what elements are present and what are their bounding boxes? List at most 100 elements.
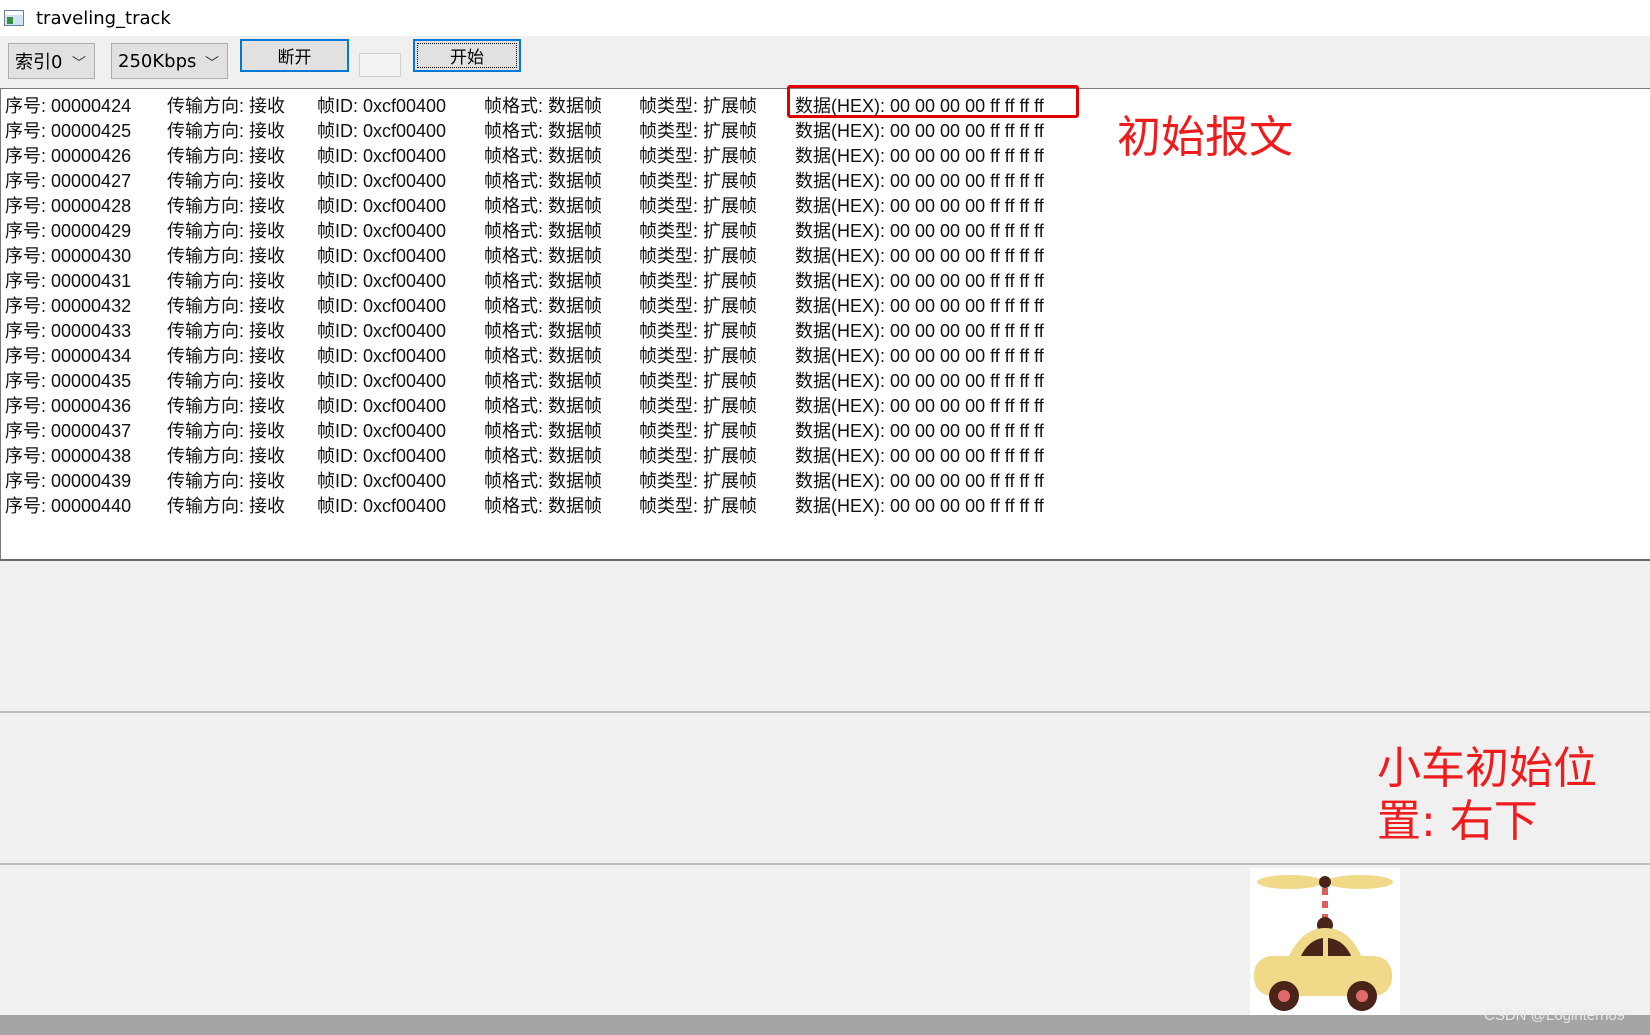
frame-format: 帧格式: 数据帧	[484, 346, 603, 366]
log-row: 序号: 00000428 传输方向: 接收 帧ID: 0xcf00400 帧格式…	[1, 192, 1101, 217]
frame-format: 帧格式: 数据帧	[484, 321, 603, 341]
log-row: 序号: 00000435 传输方向: 接收 帧ID: 0xcf00400 帧格式…	[1, 367, 1101, 392]
seq: 序号: 00000430	[5, 246, 132, 266]
car-image	[1250, 868, 1400, 1015]
frame-id: 帧ID: 0xcf00400	[317, 171, 447, 191]
frame-type: 帧类型: 扩展帧	[639, 321, 758, 341]
baud-select[interactable]: 250Kbps ﹀	[111, 43, 228, 79]
disconnect-button[interactable]: 断开	[240, 39, 349, 72]
frame-data: 数据(HEX): 00 00 00 00 ff ff ff ff	[795, 146, 1044, 166]
frame-type: 帧类型: 扩展帧	[639, 246, 758, 266]
window-title: traveling_track	[36, 7, 171, 29]
log-row: 序号: 00000434 传输方向: 接收 帧ID: 0xcf00400 帧格式…	[1, 342, 1101, 367]
frame-format: 帧格式: 数据帧	[484, 196, 603, 216]
log-row: 序号: 00000433 传输方向: 接收 帧ID: 0xcf00400 帧格式…	[1, 317, 1101, 342]
frame-data: 数据(HEX): 00 00 00 00 ff ff ff ff	[795, 271, 1044, 291]
seq: 序号: 00000429	[5, 221, 132, 241]
frame-data: 数据(HEX): 00 00 00 00 ff ff ff ff	[795, 121, 1044, 141]
chevron-down-icon: ﹀	[72, 56, 86, 72]
frame-id: 帧ID: 0xcf00400	[317, 246, 447, 266]
frame-data: 数据(HEX): 00 00 00 00 ff ff ff ff	[795, 96, 1044, 116]
index-select[interactable]: 索引0 ﹀	[8, 43, 95, 79]
seq: 序号: 00000433	[5, 321, 132, 341]
direction: 传输方向: 接收	[167, 296, 286, 316]
frame-id: 帧ID: 0xcf00400	[317, 321, 447, 341]
direction: 传输方向: 接收	[167, 396, 286, 416]
direction: 传输方向: 接收	[167, 196, 286, 216]
frame-id: 帧ID: 0xcf00400	[317, 271, 447, 291]
frame-type: 帧类型: 扩展帧	[639, 346, 758, 366]
index-select-value: 索引0	[15, 52, 63, 73]
message-log[interactable]: 序号: 00000424 传输方向: 接收 帧ID: 0xcf00400 帧格式…	[0, 85, 1650, 561]
frame-id: 帧ID: 0xcf00400	[317, 346, 447, 366]
frame-data: 数据(HEX): 00 00 00 00 ff ff ff ff	[795, 246, 1044, 266]
log-row: 序号: 00000437 传输方向: 接收 帧ID: 0xcf00400 帧格式…	[1, 417, 1101, 442]
track-line-bottom	[0, 863, 1650, 865]
direction: 传输方向: 接收	[167, 471, 286, 491]
frame-format: 帧格式: 数据帧	[484, 371, 603, 391]
direction: 传输方向: 接收	[167, 246, 286, 266]
direction: 传输方向: 接收	[167, 96, 286, 116]
log-row: 序号: 00000432 传输方向: 接收 帧ID: 0xcf00400 帧格式…	[1, 292, 1101, 317]
status-indicator	[359, 53, 401, 77]
log-row: 序号: 00000438 传输方向: 接收 帧ID: 0xcf00400 帧格式…	[1, 442, 1101, 467]
frame-id: 帧ID: 0xcf00400	[317, 421, 447, 441]
frame-id: 帧ID: 0xcf00400	[317, 196, 447, 216]
seq: 序号: 00000426	[5, 146, 132, 166]
initial-message-annotation: 初始报文	[1117, 112, 1293, 163]
log-row: 序号: 00000430 传输方向: 接收 帧ID: 0xcf00400 帧格式…	[1, 242, 1101, 267]
seq: 序号: 00000425	[5, 121, 132, 141]
direction: 传输方向: 接收	[167, 146, 286, 166]
frame-data: 数据(HEX): 00 00 00 00 ff ff ff ff	[795, 296, 1044, 316]
frame-format: 帧格式: 数据帧	[484, 171, 603, 191]
direction: 传输方向: 接收	[167, 271, 286, 291]
toolbar: 索引0 ﹀ 250Kbps ﹀ 断开 开始	[0, 36, 1650, 88]
log-row: 序号: 00000431 传输方向: 接收 帧ID: 0xcf00400 帧格式…	[1, 267, 1101, 292]
frame-type: 帧类型: 扩展帧	[639, 371, 758, 391]
frame-type: 帧类型: 扩展帧	[639, 171, 758, 191]
frame-type: 帧类型: 扩展帧	[639, 421, 758, 441]
seq: 序号: 00000431	[5, 271, 132, 291]
frame-format: 帧格式: 数据帧	[484, 121, 603, 141]
frame-data: 数据(HEX): 00 00 00 00 ff ff ff ff	[795, 221, 1044, 241]
frame-data: 数据(HEX): 00 00 00 00 ff ff ff ff	[795, 346, 1044, 366]
frame-type: 帧类型: 扩展帧	[639, 271, 758, 291]
frame-data: 数据(HEX): 00 00 00 00 ff ff ff ff	[795, 421, 1044, 441]
direction: 传输方向: 接收	[167, 121, 286, 141]
frame-data: 数据(HEX): 00 00 00 00 ff ff ff ff	[795, 196, 1044, 216]
log-row: 序号: 00000427 传输方向: 接收 帧ID: 0xcf00400 帧格式…	[1, 167, 1101, 192]
frame-format: 帧格式: 数据帧	[484, 471, 603, 491]
seq: 序号: 00000440	[5, 496, 132, 516]
frame-data: 数据(HEX): 00 00 00 00 ff ff ff ff	[795, 321, 1044, 341]
car-position-line1: 小车初始位	[1377, 743, 1597, 794]
watermark: CSDN @Logintern09	[1484, 1007, 1626, 1024]
start-button[interactable]: 开始	[413, 39, 521, 72]
log-row: 序号: 00000424 传输方向: 接收 帧ID: 0xcf00400 帧格式…	[1, 92, 1101, 117]
frame-type: 帧类型: 扩展帧	[639, 221, 758, 241]
frame-data: 数据(HEX): 00 00 00 00 ff ff ff ff	[795, 446, 1044, 466]
frame-id: 帧ID: 0xcf00400	[317, 221, 447, 241]
frame-id: 帧ID: 0xcf00400	[317, 146, 447, 166]
frame-format: 帧格式: 数据帧	[484, 96, 603, 116]
frame-type: 帧类型: 扩展帧	[639, 396, 758, 416]
direction: 传输方向: 接收	[167, 171, 286, 191]
seq: 序号: 00000432	[5, 296, 132, 316]
frame-format: 帧格式: 数据帧	[484, 296, 603, 316]
log-row: 序号: 00000440 传输方向: 接收 帧ID: 0xcf00400 帧格式…	[1, 492, 1101, 517]
car-position-annotation: 小车初始位 置: 右下	[1377, 743, 1597, 849]
frame-type: 帧类型: 扩展帧	[639, 496, 758, 516]
frame-type: 帧类型: 扩展帧	[639, 96, 758, 116]
frame-data: 数据(HEX): 00 00 00 00 ff ff ff ff	[795, 171, 1044, 191]
frame-data: 数据(HEX): 00 00 00 00 ff ff ff ff	[795, 471, 1044, 491]
direction: 传输方向: 接收	[167, 321, 286, 341]
frame-id: 帧ID: 0xcf00400	[317, 471, 447, 491]
frame-format: 帧格式: 数据帧	[484, 396, 603, 416]
frame-format: 帧格式: 数据帧	[484, 246, 603, 266]
frame-format: 帧格式: 数据帧	[484, 146, 603, 166]
frame-format: 帧格式: 数据帧	[484, 496, 603, 516]
seq: 序号: 00000436	[5, 396, 132, 416]
seq: 序号: 00000438	[5, 446, 132, 466]
frame-id: 帧ID: 0xcf00400	[317, 96, 447, 116]
frame-id: 帧ID: 0xcf00400	[317, 296, 447, 316]
frame-id: 帧ID: 0xcf00400	[317, 396, 447, 416]
